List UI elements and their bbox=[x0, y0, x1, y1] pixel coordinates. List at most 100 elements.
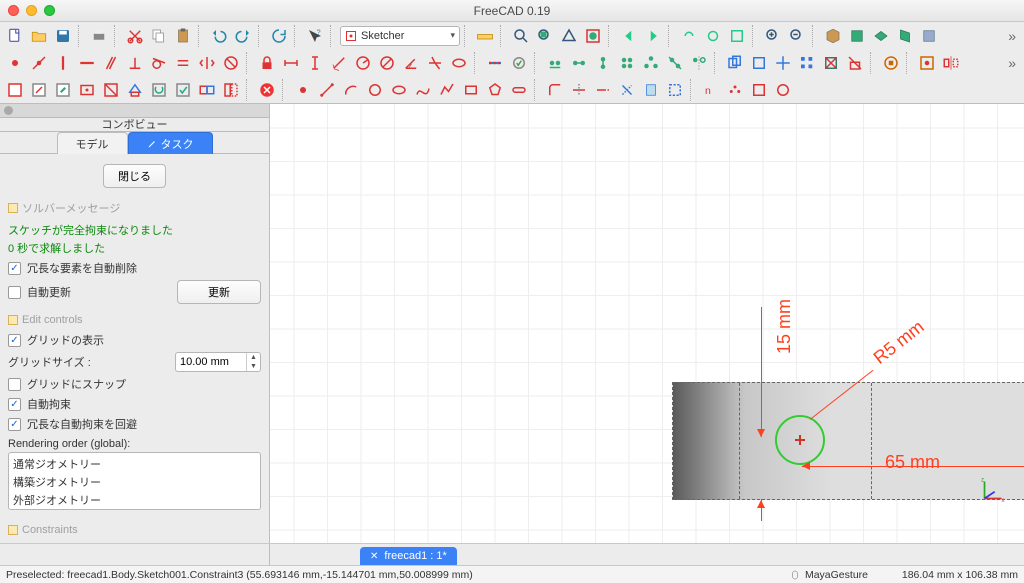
toolbar-overflow-icon[interactable]: » bbox=[1004, 28, 1020, 44]
create-ellipse-button[interactable] bbox=[388, 79, 410, 101]
cut-button[interactable] bbox=[124, 25, 146, 47]
grid-size-input[interactable]: ▲▼ bbox=[175, 352, 261, 372]
trim-button[interactable] bbox=[568, 79, 590, 101]
zoom-out-button[interactable] bbox=[786, 25, 808, 47]
auto-update-checkbox[interactable] bbox=[8, 286, 21, 299]
toggle-reference-constraint-button[interactable] bbox=[484, 52, 506, 74]
tab-model[interactable]: モデル bbox=[57, 132, 128, 154]
toggle-virtual-space-button[interactable] bbox=[880, 52, 902, 74]
front-view-button[interactable] bbox=[846, 25, 868, 47]
list-item[interactable]: 外部ジオメトリー bbox=[13, 491, 256, 509]
fit-all-button[interactable] bbox=[510, 25, 532, 47]
nav-back-button[interactable] bbox=[618, 25, 640, 47]
zoom-in-button[interactable] bbox=[762, 25, 784, 47]
grid-size-field[interactable] bbox=[176, 356, 246, 368]
close-task-button[interactable]: 閉じる bbox=[103, 164, 166, 188]
leave-sketch-button[interactable] bbox=[52, 79, 74, 101]
panel-drag-handle[interactable] bbox=[0, 104, 269, 118]
constrain-diameter-button[interactable] bbox=[376, 52, 398, 74]
stop-operation-button[interactable] bbox=[256, 79, 278, 101]
draw-style-button[interactable] bbox=[558, 25, 580, 47]
copy-button[interactable] bbox=[148, 25, 170, 47]
create-circle-button[interactable] bbox=[364, 79, 386, 101]
merge-sketches-button[interactable] bbox=[196, 79, 218, 101]
open-file-button[interactable] bbox=[28, 25, 50, 47]
whats-this-button[interactable]: ? bbox=[304, 25, 326, 47]
create-fillet-button[interactable] bbox=[544, 79, 566, 101]
link-select-final-button[interactable] bbox=[726, 25, 748, 47]
close-tab-icon[interactable]: ✕ bbox=[370, 551, 378, 562]
toggle-active-constraint-button[interactable] bbox=[508, 52, 530, 74]
view-section-button[interactable] bbox=[100, 79, 122, 101]
new-file-button[interactable] bbox=[4, 25, 26, 47]
new-sketch-button[interactable] bbox=[4, 79, 26, 101]
rectangular-array-button[interactable] bbox=[796, 52, 818, 74]
extend-button[interactable] bbox=[592, 79, 614, 101]
constrain-coincident-button[interactable] bbox=[4, 52, 26, 74]
constrain-point-on-object-button[interactable] bbox=[28, 52, 50, 74]
nav-forward-button[interactable] bbox=[642, 25, 664, 47]
rear-view-button[interactable] bbox=[918, 25, 940, 47]
create-arc-button[interactable] bbox=[340, 79, 362, 101]
top-view-button[interactable] bbox=[870, 25, 892, 47]
select-vertical-axis-button[interactable] bbox=[568, 52, 590, 74]
grid-size-step-down[interactable]: ▼ bbox=[247, 362, 260, 371]
fit-selection-button[interactable] bbox=[534, 25, 556, 47]
external-geometry-button[interactable] bbox=[616, 79, 638, 101]
misc-tool-2-button[interactable] bbox=[772, 79, 794, 101]
constrain-radius-button[interactable] bbox=[352, 52, 374, 74]
toggle-construction-button[interactable] bbox=[664, 79, 686, 101]
workbench-selector[interactable]: Sketcher ▾ bbox=[340, 26, 460, 46]
bspline-degree-button[interactable]: n bbox=[700, 79, 722, 101]
refresh-button[interactable] bbox=[268, 25, 290, 47]
create-polygon-button[interactable] bbox=[484, 79, 506, 101]
rendering-order-list[interactable]: 通常ジオメトリー 構築ジオメトリー 外部ジオメトリー bbox=[8, 452, 261, 510]
constrain-vertical-distance-button[interactable] bbox=[304, 52, 326, 74]
constrain-horizontal-distance-button[interactable] bbox=[280, 52, 302, 74]
configure-button[interactable] bbox=[916, 52, 938, 74]
create-line-button[interactable] bbox=[316, 79, 338, 101]
create-slot-button[interactable] bbox=[508, 79, 530, 101]
constrain-snells-law-button[interactable] bbox=[424, 52, 446, 74]
document-tab[interactable]: ✕ freecad1 : 1* bbox=[360, 547, 457, 565]
view-sketch-button[interactable] bbox=[76, 79, 98, 101]
undo-button[interactable] bbox=[208, 25, 230, 47]
constrain-angle-button[interactable] bbox=[400, 52, 422, 74]
constrain-vertical-button[interactable] bbox=[52, 52, 74, 74]
list-item[interactable]: 通常ジオメトリー bbox=[13, 455, 256, 473]
dim-horizontal-value[interactable]: 65 mm bbox=[885, 452, 940, 473]
reorient-sketch-button[interactable] bbox=[148, 79, 170, 101]
delete-all-geometry-button[interactable] bbox=[820, 52, 842, 74]
delete-all-constraints-button[interactable] bbox=[844, 52, 866, 74]
grid-size-step-up[interactable]: ▲ bbox=[247, 353, 260, 362]
constrain-horizontal-button[interactable] bbox=[76, 52, 98, 74]
avoid-redundant-checkbox[interactable] bbox=[8, 418, 21, 431]
save-file-button[interactable] bbox=[52, 25, 74, 47]
print-button[interactable] bbox=[88, 25, 110, 47]
mirror-sketch2-button[interactable] bbox=[220, 79, 242, 101]
create-bspline-button[interactable] bbox=[412, 79, 434, 101]
redo-button[interactable] bbox=[232, 25, 254, 47]
circle-center-point[interactable] bbox=[795, 435, 805, 445]
select-origin-button[interactable] bbox=[544, 52, 566, 74]
3d-view[interactable]: 15 mm R5 mm 65 mm xz bbox=[270, 104, 1024, 543]
constrain-perpendicular-button[interactable] bbox=[124, 52, 146, 74]
move-button[interactable] bbox=[772, 52, 794, 74]
auto-remove-redundant-checkbox[interactable] bbox=[8, 262, 21, 275]
bspline-poles-button[interactable] bbox=[724, 79, 746, 101]
create-rectangle-button[interactable] bbox=[460, 79, 482, 101]
dim-vertical-value[interactable]: 15 mm bbox=[774, 299, 795, 354]
select-horizontal-axis-button[interactable] bbox=[592, 52, 614, 74]
paste-button[interactable] bbox=[172, 25, 194, 47]
constrain-symmetric-button[interactable] bbox=[196, 52, 218, 74]
tab-task[interactable]: タスク bbox=[128, 132, 213, 154]
carbon-copy-button[interactable] bbox=[640, 79, 662, 101]
create-point-button[interactable] bbox=[292, 79, 314, 101]
snap-to-grid-checkbox[interactable] bbox=[8, 378, 21, 391]
measure-button[interactable] bbox=[474, 25, 496, 47]
constrain-internal-alignment-button[interactable] bbox=[448, 52, 470, 74]
axis-gizmo[interactable]: xz bbox=[976, 473, 1010, 507]
create-polyline-button[interactable] bbox=[436, 79, 458, 101]
constrain-block-button[interactable] bbox=[220, 52, 242, 74]
constrain-equal-button[interactable] bbox=[172, 52, 194, 74]
